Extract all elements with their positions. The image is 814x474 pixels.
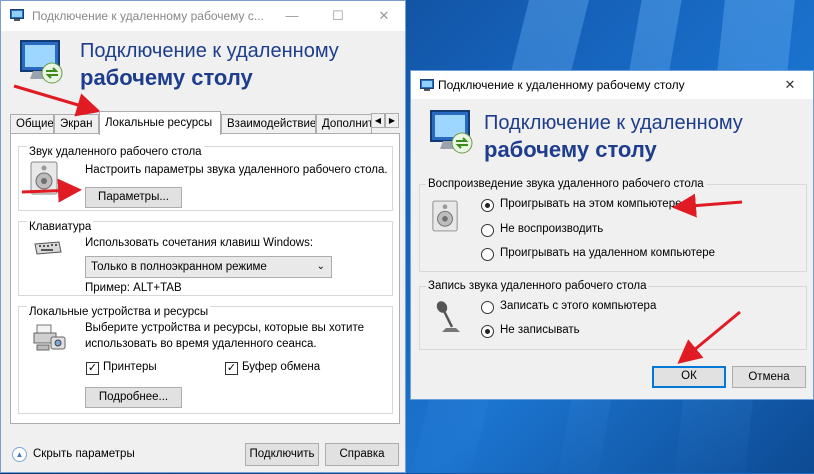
tab-experience[interactable]: Взаимодействие	[221, 114, 316, 134]
speaker-icon	[30, 161, 58, 195]
tab-general[interactable]: Общие	[10, 114, 54, 134]
main-window-title: Подключение к удаленному рабочему с...	[32, 9, 264, 23]
devices-description-line2: использовать во время удаленного сеанса.	[85, 338, 317, 350]
banner-title-line2: рабочему столу	[80, 65, 253, 90]
sound-description: Настроить параметры звука удаленного раб…	[85, 164, 388, 176]
rdp-app-icon	[10, 9, 24, 21]
sound-group-title: Звук удаленного рабочего стола	[27, 146, 204, 158]
sound-settings-button[interactable]: Параметры...	[85, 187, 182, 208]
play-remote-label: Проигрывать на удаленном компьютере	[500, 247, 716, 259]
help-button[interactable]: Справка	[325, 443, 399, 466]
audio-settings-dialog: Подключение к удаленному рабочему столу …	[410, 70, 814, 400]
sound-group: Звук удаленного рабочего стола Настроить…	[18, 146, 393, 211]
tab-scroll-right-button[interactable]: ▶	[385, 113, 399, 128]
maximize-button[interactable]: ☐	[315, 1, 361, 31]
cancel-button[interactable]: Отмена	[732, 366, 806, 388]
record-local-radio[interactable]	[481, 301, 494, 314]
tab-advanced[interactable]: Дополнит	[316, 114, 372, 134]
dialog-banner-line2: рабочему столу	[484, 137, 657, 162]
devices-description-line1: Выберите устройства и ресурсы, которые в…	[85, 322, 365, 334]
windows-key-combo-value: Только в полноэкранном режиме	[91, 261, 267, 273]
printers-checkbox[interactable]: ✓	[86, 362, 99, 375]
microphone-icon	[436, 301, 460, 332]
no-record-label: Не записывать	[500, 324, 580, 336]
chevron-up-icon[interactable]: ▲	[12, 447, 27, 462]
devices-icon	[33, 324, 66, 351]
clipboard-label: Буфер обмена	[242, 361, 321, 373]
play-local-radio[interactable]	[481, 199, 494, 212]
recording-group: Запись звука удаленного рабочего стола З…	[419, 280, 807, 350]
minimize-button[interactable]: —	[269, 1, 315, 31]
remote-desktop-monitor-icon	[430, 110, 473, 154]
speaker-icon	[432, 200, 458, 232]
tab-strip: Общие Экран Локальные ресурсы Взаимодейс…	[10, 111, 400, 135]
keyboard-group-title: Клавиатура	[27, 221, 94, 233]
banner-title-line1: Подключение к удаленному	[80, 40, 339, 62]
keyboard-group: Клавиатура Использовать сочетания клавиш…	[18, 221, 393, 296]
do-not-play-radio[interactable]	[481, 224, 494, 237]
more-devices-button[interactable]: Подробнее...	[85, 387, 182, 408]
play-remote-radio[interactable]	[481, 248, 494, 261]
recording-group-title: Запись звука удаленного рабочего стола	[426, 280, 649, 292]
main-bottom-bar: ▲ Скрыть параметры Подключить Справка	[1, 431, 405, 474]
play-local-label: Проигрывать на этом компьютере	[500, 198, 682, 210]
playback-group-title: Воспроизведение звука удаленного рабочег…	[426, 178, 706, 190]
connect-button[interactable]: Подключить	[245, 443, 319, 466]
hide-options-link[interactable]: Скрыть параметры	[33, 448, 135, 460]
close-button[interactable]: ✕	[361, 1, 407, 31]
chevron-down-icon: ⌄	[316, 261, 325, 272]
remote-desktop-monitor-icon	[20, 40, 63, 84]
keyboard-icon	[34, 241, 62, 255]
rdp-main-window: Подключение к удаленному рабочему с... —…	[0, 0, 406, 473]
ok-button[interactable]: ОК	[652, 366, 726, 388]
devices-group: Локальные устройства и ресурсы Выберите …	[18, 306, 393, 414]
tab-local-resources[interactable]: Локальные ресурсы	[99, 111, 221, 135]
no-record-radio[interactable]	[481, 325, 494, 338]
dialog-banner: Подключение к удаленному рабочему столу	[411, 99, 813, 177]
local-resources-panel: Звук удаленного рабочего стола Настроить…	[10, 133, 400, 424]
windows-key-combo-select[interactable]: Только в полноэкранном режиме ⌄	[85, 256, 332, 278]
main-banner: Подключение к удаленному рабочему столу	[1, 31, 405, 103]
playback-group: Воспроизведение звука удаленного рабочег…	[419, 178, 807, 272]
rdp-app-icon	[420, 79, 434, 91]
devices-group-title: Локальные устройства и ресурсы	[27, 306, 211, 318]
clipboard-checkbox[interactable]: ✓	[225, 362, 238, 375]
dialog-title: Подключение к удаленному рабочему столу	[438, 78, 685, 92]
dialog-banner-line1: Подключение к удаленному	[484, 112, 743, 134]
tab-scroll-left-button[interactable]: ◀	[371, 113, 385, 128]
dialog-title-bar[interactable]: Подключение к удаленному рабочему столу …	[411, 71, 813, 99]
record-local-label: Записать с этого компьютера	[500, 300, 657, 312]
main-title-bar[interactable]: Подключение к удаленному рабочему с... —…	[1, 1, 405, 31]
dialog-close-button[interactable]: ✕	[767, 71, 813, 101]
printers-label: Принтеры	[103, 361, 157, 373]
keyboard-example: Пример: ALT+TAB	[85, 282, 182, 294]
keyboard-description: Использовать сочетания клавиш Windows:	[85, 237, 314, 249]
do-not-play-label: Не воспроизводить	[500, 223, 604, 235]
tab-display[interactable]: Экран	[54, 114, 99, 134]
